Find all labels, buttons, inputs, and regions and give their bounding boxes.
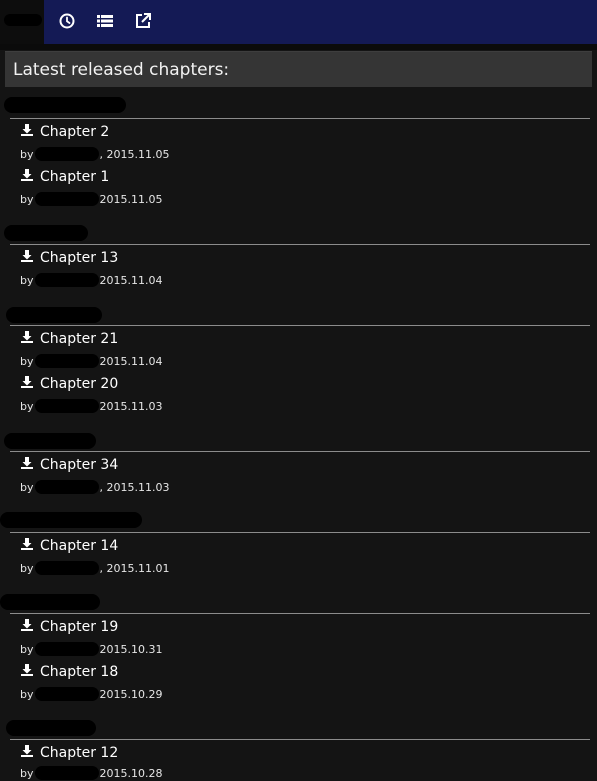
series-divider	[10, 325, 590, 326]
chapter-link[interactable]: Chapter 18	[20, 663, 118, 681]
chapter-link[interactable]: Chapter 21	[20, 330, 118, 348]
release-date: , 2015.11.03	[99, 481, 170, 494]
redacted-brand	[4, 14, 42, 26]
redacted-uploader[interactable]	[34, 354, 99, 368]
download-icon[interactable]	[20, 456, 34, 470]
byline-prefix: by	[20, 274, 34, 287]
chapter-label[interactable]: Chapter 1	[40, 169, 109, 185]
brand-logo[interactable]	[0, 0, 44, 44]
byline-prefix: by	[20, 193, 34, 206]
download-icon[interactable]	[20, 249, 34, 263]
chapter-label[interactable]: Chapter 19	[40, 619, 118, 635]
byline-prefix: by	[20, 355, 34, 368]
redacted-uploader[interactable]	[34, 147, 99, 161]
latest-chapters-header: Latest released chapters:	[5, 51, 592, 87]
redacted-series-title[interactable]	[4, 225, 88, 241]
chapter-link[interactable]: Chapter 2	[20, 123, 109, 141]
chapter-link[interactable]: Chapter 13	[20, 249, 118, 267]
history-icon[interactable]	[58, 12, 76, 30]
download-icon[interactable]	[20, 744, 34, 758]
chapter-link[interactable]: Chapter 20	[20, 375, 118, 393]
chapter-byline: by 2015.10.29	[20, 687, 162, 702]
chapter-label[interactable]: Chapter 20	[40, 376, 118, 392]
release-date: , 2015.11.05	[99, 148, 170, 161]
chapter-link[interactable]: Chapter 14	[20, 537, 118, 555]
chapter-label[interactable]: Chapter 18	[40, 664, 118, 680]
chapter-label[interactable]: Chapter 21	[40, 331, 118, 347]
chapter-label[interactable]: Chapter 14	[40, 538, 118, 554]
chapter-byline: by , 2015.11.01	[20, 561, 169, 576]
navbar-shadow	[0, 44, 597, 50]
release-date: , 2015.11.01	[99, 562, 170, 575]
chapter-byline: by 2015.11.05	[20, 192, 162, 207]
redacted-uploader[interactable]	[34, 480, 99, 494]
chapter-label[interactable]: Chapter 34	[40, 457, 118, 473]
list-icon[interactable]	[96, 12, 114, 30]
redacted-series-title[interactable]	[4, 97, 126, 113]
series-divider	[10, 739, 590, 740]
redacted-uploader[interactable]	[34, 399, 99, 413]
byline-prefix: by	[20, 688, 34, 701]
chapter-byline: by 2015.10.28	[20, 766, 162, 781]
redacted-uploader[interactable]	[34, 642, 99, 656]
chapter-link[interactable]: Chapter 1	[20, 168, 109, 186]
series-divider	[10, 451, 590, 452]
byline-prefix: by	[20, 643, 34, 656]
download-icon[interactable]	[20, 168, 34, 182]
release-date: 2015.11.03	[99, 400, 163, 413]
page-title: Latest released chapters:	[13, 60, 230, 80]
redacted-uploader[interactable]	[34, 766, 99, 780]
release-date: 2015.10.31	[99, 643, 163, 656]
chapter-byline: by 2015.11.03	[20, 399, 162, 414]
chapter-link[interactable]: Chapter 12	[20, 744, 118, 762]
byline-prefix: by	[20, 767, 34, 780]
download-icon[interactable]	[20, 537, 34, 551]
release-date: 2015.10.28	[99, 767, 163, 780]
download-icon[interactable]	[20, 618, 34, 632]
byline-prefix: by	[20, 481, 34, 494]
redacted-uploader[interactable]	[34, 561, 99, 575]
chapter-link[interactable]: Chapter 34	[20, 456, 118, 474]
top-navbar	[0, 0, 597, 44]
chapter-byline: by 2015.10.31	[20, 642, 162, 657]
download-icon[interactable]	[20, 123, 34, 137]
redacted-uploader[interactable]	[34, 273, 99, 287]
chapter-byline: by , 2015.11.03	[20, 480, 169, 495]
series-divider	[10, 613, 590, 614]
redacted-series-title[interactable]	[0, 512, 142, 528]
byline-prefix: by	[20, 400, 34, 413]
series-divider	[10, 244, 590, 245]
series-divider	[10, 118, 590, 119]
byline-prefix: by	[20, 148, 34, 161]
chapter-label[interactable]: Chapter 12	[40, 745, 118, 761]
byline-prefix: by	[20, 562, 34, 575]
release-date: 2015.11.04	[99, 355, 163, 368]
redacted-series-title[interactable]	[4, 433, 96, 449]
redacted-uploader[interactable]	[34, 687, 99, 701]
release-date: 2015.11.04	[99, 274, 163, 287]
download-icon[interactable]	[20, 375, 34, 389]
redacted-uploader[interactable]	[34, 192, 99, 206]
chapter-label[interactable]: Chapter 2	[40, 124, 109, 140]
series-divider	[10, 532, 590, 533]
chapter-byline: by , 2015.11.05	[20, 147, 169, 162]
download-icon[interactable]	[20, 330, 34, 344]
redacted-series-title[interactable]	[6, 720, 96, 736]
chapter-byline: by 2015.11.04	[20, 273, 162, 288]
redacted-series-title[interactable]	[0, 594, 100, 610]
download-icon[interactable]	[20, 663, 34, 677]
chapter-link[interactable]: Chapter 19	[20, 618, 118, 636]
chapter-label[interactable]: Chapter 13	[40, 250, 118, 266]
release-date: 2015.11.05	[99, 193, 163, 206]
redacted-series-title[interactable]	[6, 307, 102, 323]
release-date: 2015.10.29	[99, 688, 163, 701]
chapter-byline: by 2015.11.04	[20, 354, 162, 369]
external-link-icon[interactable]	[134, 12, 152, 30]
